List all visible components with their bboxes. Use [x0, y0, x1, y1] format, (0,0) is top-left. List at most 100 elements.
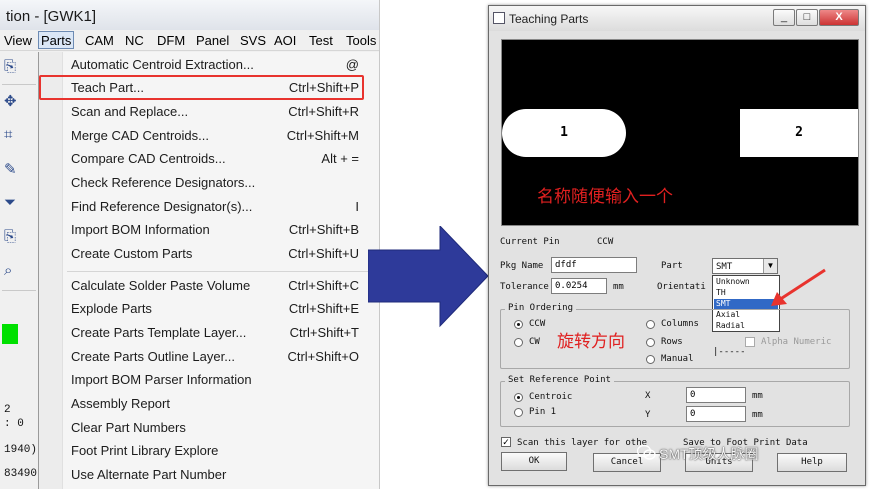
y-label: Y — [645, 410, 651, 420]
manual-label: Manual — [661, 354, 694, 364]
tolerance-unit: mm — [613, 282, 624, 292]
ref-point-title: Set Reference Point — [505, 375, 614, 385]
orientation-label: Orientati — [657, 282, 706, 292]
menu-aoi[interactable]: AOI — [272, 32, 298, 50]
filter-icon[interactable]: ⏷ — [4, 194, 32, 216]
menu-item[interactable]: Use Alternate Part Number — [39, 464, 379, 487]
pin1-label: Pin 1 — [529, 407, 557, 417]
app-icon — [493, 12, 505, 24]
rows-radio[interactable] — [646, 338, 655, 347]
measure-icon[interactable]: ⌗ — [4, 126, 32, 148]
tolerance-label: Tolerance — [500, 282, 549, 292]
menu-dfm[interactable]: DFM — [155, 32, 187, 50]
window-title: tion - [GWK1] — [0, 0, 379, 30]
menu-item[interactable]: Calculate Solder Paste Volume Ctrl+Shift+… — [39, 275, 379, 298]
menu-item[interactable]: Create Custom Parts Ctrl+Shift+U — [39, 243, 379, 266]
part-type-value: SMT — [716, 262, 733, 272]
annotation-direction: 旋转方向 — [557, 332, 625, 351]
zoom-icon[interactable]: ⌕ — [4, 262, 32, 284]
tolerance-field[interactable]: 0.0254 — [551, 278, 607, 294]
menu-cam[interactable]: CAM — [83, 32, 116, 50]
menu-test[interactable]: Test — [307, 32, 335, 50]
menu-item[interactable]: Automatic Centroid Extraction... @ — [39, 54, 379, 77]
paste-icon[interactable]: ⎘ — [4, 228, 32, 250]
dialog-titlebar: Teaching Parts _ □ X — [489, 6, 865, 31]
status-text-3: 1940) — [4, 444, 38, 456]
menu-item[interactable]: Assembly Report — [39, 393, 379, 416]
parts-dropdown-menu: Automatic Centroid Extraction... @ Teach … — [38, 52, 379, 489]
menu-item[interactable]: Import BOM Information Ctrl+Shift+B — [39, 219, 379, 242]
minimize-button[interactable]: _ — [773, 9, 795, 26]
menu-item[interactable]: Merge CAD Centroids... Ctrl+Shift+M — [39, 125, 379, 148]
pkg-name-label: Pkg Name — [500, 261, 544, 271]
menu-parts[interactable]: Parts — [38, 31, 75, 49]
rows-label: Rows — [661, 337, 683, 347]
menu-item[interactable]: Create Parts Template Layer... Ctrl+Shift… — [39, 322, 379, 345]
dialog-title: Teaching Parts — [509, 12, 589, 26]
menu-item[interactable]: Foot Print Library Explore — [39, 440, 379, 463]
menu-view[interactable]: View — [2, 32, 34, 50]
current-pin-label: Current Pin — [500, 237, 560, 247]
close-button[interactable]: X — [819, 9, 859, 26]
teaching-parts-dialog: Teaching Parts _ □ X 1 2 名称随便输入一个 Curren… — [488, 5, 866, 486]
pin-ordering-title: Pin Ordering — [505, 303, 577, 313]
scan-layer-label: Scan this layer for othe — [517, 438, 648, 448]
watermark: SMT顶级人脉圈 — [659, 446, 759, 462]
menu-nc[interactable]: NC — [123, 32, 146, 50]
menu-item[interactable]: Create Parts Outline Layer... Ctrl+Shift+… — [39, 346, 379, 369]
pin1-radio[interactable] — [514, 408, 523, 417]
menu-item[interactable]: Scan and Replace... Ctrl+Shift+R — [39, 101, 379, 124]
x-field[interactable]: 0 — [686, 387, 746, 403]
folder-icon[interactable]: ✎ — [4, 160, 32, 182]
menu-bar: View Parts CAM NC DFM Panel SVS AOI Test… — [0, 30, 379, 51]
maximize-button[interactable]: □ — [796, 9, 818, 26]
status-text-2: : 0 — [4, 418, 24, 430]
menu-tools[interactable]: Tools — [344, 32, 378, 50]
scan-layer-checkbox[interactable]: ✓ — [501, 437, 511, 447]
toolbar-column: ⎘ ✥ ⌗ ✎ ⏷ ⎘ ⌕ 2 : 0 1940) 83490) — [0, 52, 44, 489]
menu-item[interactable]: Compare CAD Centroids... Alt + = — [39, 148, 379, 171]
columns-radio[interactable] — [646, 320, 655, 329]
centroid-radio[interactable] — [514, 393, 523, 402]
y-field[interactable]: 0 — [686, 406, 746, 422]
copy-icon[interactable]: ⎘ — [4, 58, 32, 80]
menu-item[interactable]: Import BOM Parser Information — [39, 369, 379, 392]
menu-item[interactable]: Explode Parts Ctrl+Shift+E — [39, 298, 379, 321]
menu-svs[interactable]: SVS — [238, 32, 268, 50]
parts-menu-screenshot: tion - [GWK1] View Parts CAM NC DFM Pane… — [0, 0, 380, 489]
current-pin-value: CCW — [597, 237, 614, 247]
right-arrow-icon — [368, 226, 489, 328]
x-label: X — [645, 391, 651, 401]
cw-radio[interactable] — [514, 338, 523, 347]
help-button[interactable]: Help — [777, 453, 847, 472]
ref-point-group — [500, 381, 850, 427]
ccw-radio[interactable] — [514, 320, 523, 329]
wechat-icon — [637, 444, 656, 460]
x-unit: mm — [752, 391, 763, 401]
select-icon[interactable]: ✥ — [4, 92, 32, 114]
layer-color-swatch[interactable] — [2, 324, 18, 344]
columns-label: Columns — [661, 319, 699, 329]
annotation-name: 名称随便输入一个 — [537, 187, 673, 206]
pad-2[interactable]: 2 — [740, 109, 858, 157]
ok-button[interactable]: OK — [501, 452, 567, 471]
centroid-label: Centroic — [529, 392, 573, 402]
menu-item[interactable]: Check Reference Designators... — [39, 172, 379, 195]
menu-panel[interactable]: Panel — [194, 32, 231, 50]
menu-item[interactable]: Clear Part Numbers — [39, 417, 379, 440]
highlight-box — [39, 75, 364, 100]
pkg-name-field[interactable]: dfdf — [551, 257, 637, 273]
menu-item[interactable]: Find Reference Designator(s)... I — [39, 196, 379, 219]
y-unit: mm — [752, 410, 763, 420]
alpha-numeric-label: Alpha Numeric — [761, 337, 832, 347]
part-preview-canvas[interactable]: 1 2 名称随便输入一个 — [501, 39, 859, 226]
ccw-label: CCW — [529, 319, 546, 329]
red-pointer-arrow-icon — [771, 268, 826, 306]
menu-separator — [67, 271, 377, 272]
alpha-numeric-checkbox[interactable] — [745, 337, 755, 347]
pad-1[interactable]: 1 — [502, 109, 626, 157]
cw-label: CW — [529, 337, 540, 347]
part-label: Part — [661, 261, 683, 271]
manual-radio[interactable] — [646, 355, 655, 364]
separator-text: |----- — [713, 347, 746, 357]
